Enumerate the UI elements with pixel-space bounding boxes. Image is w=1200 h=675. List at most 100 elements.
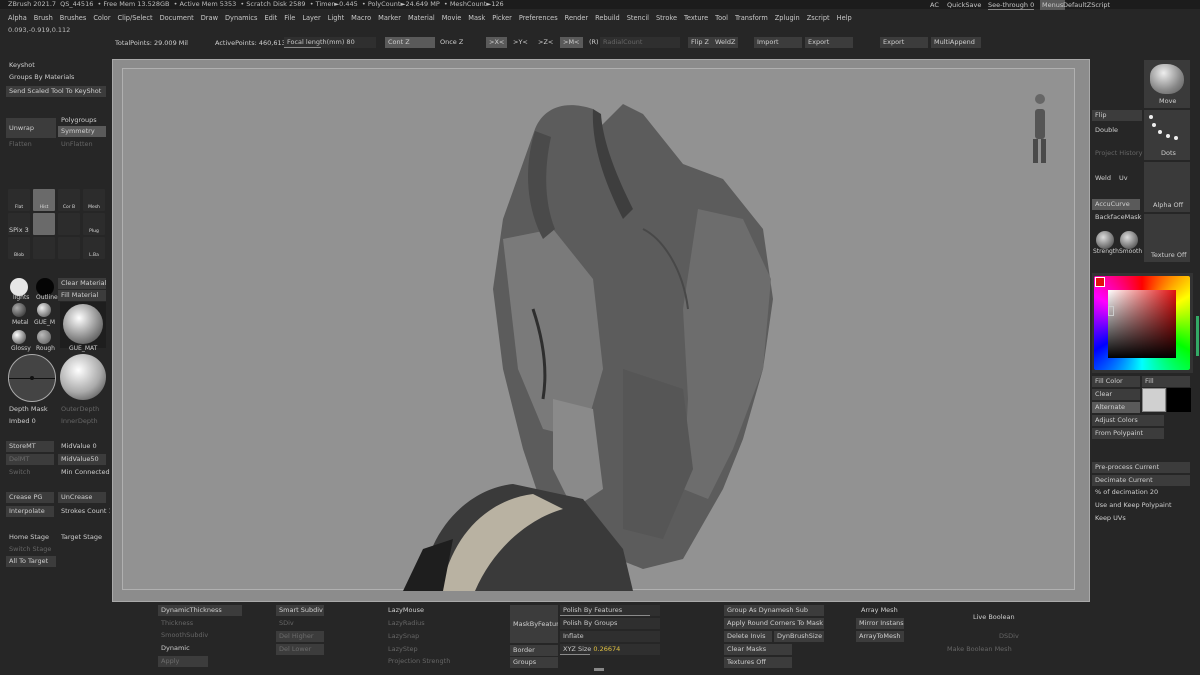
flip-button[interactable]: Flip <box>1092 110 1142 121</box>
lazymouse-toggle[interactable]: LazyMouse <box>385 605 427 616</box>
menu-file[interactable]: File <box>284 12 295 24</box>
polygroups-toggle[interactable]: Polygroups <box>58 115 100 126</box>
brush-move-thumbnail[interactable]: Move <box>1144 60 1190 108</box>
menu-render[interactable]: Render <box>565 12 588 24</box>
polish-by-groups-slider[interactable]: Polish By Groups <box>560 618 660 629</box>
menu-preferences[interactable]: Preferences <box>519 12 558 24</box>
uncrease-button[interactable]: UnCrease <box>58 492 106 503</box>
glossy-material-sphere[interactable] <box>12 330 26 344</box>
menu-texture[interactable]: Texture <box>684 12 708 24</box>
weld-z-button[interactable]: WeldZ <box>712 37 739 48</box>
clear-material-button[interactable]: Clear Material <box>58 278 106 289</box>
menu-picker[interactable]: Picker <box>492 12 512 24</box>
ac-label[interactable]: AC <box>930 1 939 9</box>
outer-depth-slider[interactable]: OuterDepth <box>58 404 102 415</box>
interpolate-button[interactable]: Interpolate <box>6 506 54 517</box>
weld-toggle[interactable]: Weld <box>1092 173 1114 184</box>
menu-edit[interactable]: Edit <box>264 12 277 24</box>
menu-help[interactable]: Help <box>837 12 852 24</box>
gue-m-material-sphere[interactable] <box>37 303 51 317</box>
light-handle[interactable] <box>30 376 34 380</box>
depth-mask-toggle[interactable]: Depth Mask <box>6 404 51 415</box>
shelf-expand-handle[interactable] <box>594 668 604 672</box>
alpha-thumbnail[interactable]: Alpha Off <box>1144 162 1190 212</box>
brush-slot-7[interactable] <box>58 213 80 235</box>
menu-layer[interactable]: Layer <box>302 12 320 24</box>
mask-by-feature-button[interactable]: MaskByFeature <box>510 605 558 643</box>
menu-alpha[interactable]: Alpha <box>8 12 27 24</box>
smart-subdiv-button[interactable]: Smart Subdiv <box>276 605 324 616</box>
current-material-preview[interactable] <box>60 302 106 348</box>
saturation-value-square[interactable] <box>1108 290 1176 358</box>
menu-marker[interactable]: Marker <box>378 12 401 24</box>
menu-macro[interactable]: Macro <box>351 12 371 24</box>
accucurve-toggle[interactable]: AccuCurve <box>1092 199 1140 210</box>
dsdiv-slider[interactable]: DSDiv <box>996 631 1022 642</box>
menus-toggle[interactable]: Menus <box>1040 0 1066 10</box>
stroke-dots-thumbnail[interactable]: Dots <box>1144 110 1190 160</box>
quicksave-button[interactable]: QuickSave <box>947 1 981 9</box>
decimate-current-button[interactable]: Decimate Current <box>1092 475 1190 486</box>
export-button-2[interactable]: Export <box>880 37 928 48</box>
light-position-sphere[interactable] <box>8 354 56 402</box>
apply-round-corners-button[interactable]: Apply Round Corners To Mask <box>724 618 824 629</box>
see-through-slider[interactable]: See-through 0 <box>988 1 1035 10</box>
fill-material-button[interactable]: Fill Material <box>58 290 106 301</box>
lazystep-slider[interactable]: LazyStep <box>385 644 421 655</box>
lazyradius-slider[interactable]: LazyRadius <box>385 618 428 629</box>
picker-scroll-indicator[interactable] <box>1196 316 1199 356</box>
brush-slot-6[interactable] <box>33 213 55 235</box>
thickness-slider[interactable]: Thickness <box>158 618 196 629</box>
sym-m-button[interactable]: >M< <box>560 37 583 48</box>
menu-brushes[interactable]: Brushes <box>60 12 87 24</box>
array-mesh-toggle[interactable]: Array Mesh <box>858 605 901 616</box>
spix-slider[interactable]: SPix 3 <box>6 225 32 236</box>
live-boolean-toggle[interactable]: Live Boolean <box>970 612 1018 623</box>
send-to-keyshot-button[interactable]: Send Scaled Tool To KeyShot <box>6 86 106 97</box>
backface-mask-toggle[interactable]: BackfaceMask <box>1092 212 1144 223</box>
switch-button[interactable]: Switch <box>6 467 34 478</box>
brush-slot-1[interactable]: Flat <box>8 189 30 211</box>
groups-by-materials-toggle[interactable]: Groups By Materials <box>6 72 77 83</box>
rough-material-sphere[interactable] <box>37 330 51 344</box>
export-button[interactable]: Export <box>805 37 853 48</box>
double-toggle[interactable]: Double <box>1092 125 1121 136</box>
sym-z-button[interactable]: >Z< <box>535 37 556 48</box>
make-boolean-mesh-button[interactable]: Make Boolean Mesh <box>944 644 1015 655</box>
smooth-subdiv-slider[interactable]: SmoothSubdiv <box>158 630 211 641</box>
radial-count-slider[interactable]: RadialCount <box>600 37 680 48</box>
del-higher-button[interactable]: Del Higher <box>276 631 324 642</box>
lazysnap-slider[interactable]: LazySnap <box>385 631 422 642</box>
brush-slot-10[interactable] <box>33 237 55 259</box>
brush-slot-3[interactable]: Cor B <box>58 189 80 211</box>
color-cursor[interactable] <box>1108 306 1114 316</box>
menu-tool[interactable]: Tool <box>715 12 728 24</box>
dynamic-thickness-button[interactable]: DynamicThickness <box>158 605 242 616</box>
home-stage-button[interactable]: Home Stage <box>6 532 52 543</box>
menu-zplugin[interactable]: Zplugin <box>775 12 800 24</box>
metal-material-sphere[interactable] <box>12 303 26 317</box>
brush-slot-11[interactable] <box>58 237 80 259</box>
secondary-color-swatch-large[interactable] <box>1167 388 1191 412</box>
dyn-brush-size-button[interactable]: DynBrushSize <box>774 631 824 642</box>
min-connected-slider[interactable]: Min Connected F <box>58 467 110 478</box>
midvalue50-slider[interactable]: MidValue50 <box>58 454 106 465</box>
group-as-dynamesh-button[interactable]: Group As Dynamesh Sub <box>724 605 824 616</box>
del-mt-button[interactable]: DelMT <box>6 454 54 465</box>
preprocess-current-button[interactable]: Pre-process Current <box>1092 462 1190 473</box>
strokes-count-slider[interactable]: Strokes Count 10 <box>58 506 110 517</box>
sym-x-button[interactable]: >X< <box>486 37 508 48</box>
flatten-button[interactable]: Flatten <box>6 139 35 150</box>
delete-invis-button[interactable]: Delete Invis <box>724 631 772 642</box>
imbed-slider[interactable]: Imbed 0 <box>6 416 39 427</box>
crease-pg-button[interactable]: Crease PG <box>6 492 54 503</box>
dynamic-toggle[interactable]: Dynamic <box>158 643 193 654</box>
fill-color-button[interactable]: Fill Color <box>1092 376 1140 387</box>
inner-depth-slider[interactable]: InnerDepth <box>58 416 101 427</box>
default-zscript-button[interactable]: DefaultZScript <box>1063 1 1110 9</box>
del-lower-button[interactable]: Del Lower <box>276 644 324 655</box>
menu-draw[interactable]: Draw <box>201 12 218 24</box>
decimation-percent-slider[interactable]: % of decimation 20 <box>1092 487 1190 498</box>
brush-slot-2[interactable]: Hist <box>33 189 55 211</box>
menu-zscript[interactable]: Zscript <box>807 12 830 24</box>
